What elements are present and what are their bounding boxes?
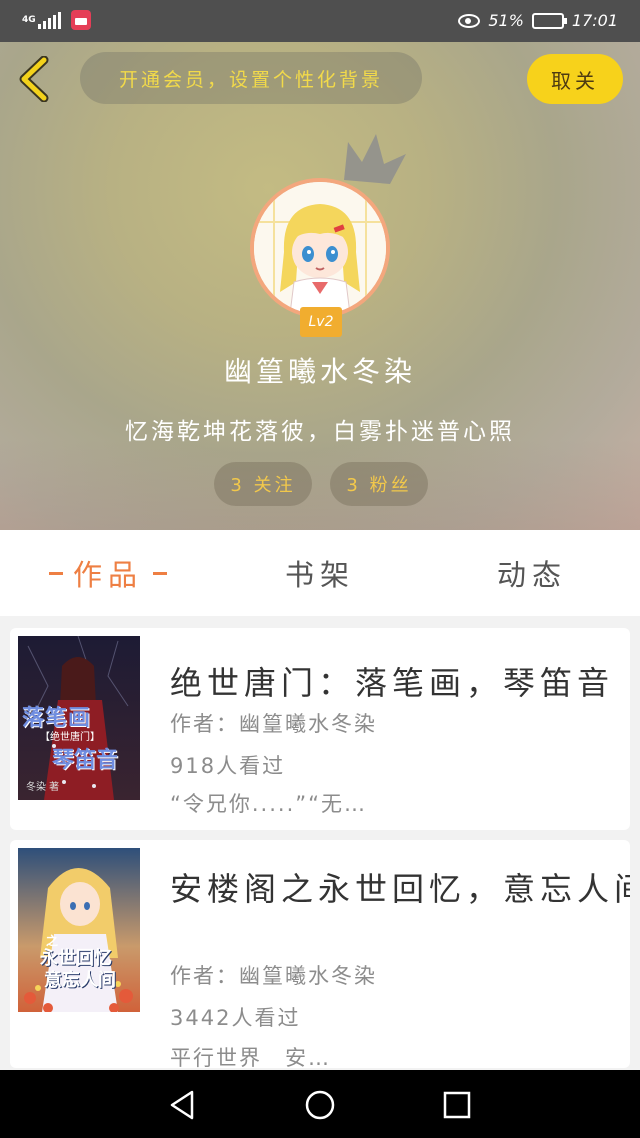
cover-title-2: 意忘人间: [44, 970, 116, 991]
unfollow-button[interactable]: 取关: [527, 54, 623, 104]
status-bar: 4G 51% 17:01: [0, 0, 640, 42]
battery-icon: [531, 12, 567, 29]
book-views: 3442人看过: [170, 1006, 301, 1030]
cover-tag: 【绝世唐门】: [40, 732, 100, 743]
book-excerpt: 平行世界 安…: [170, 1046, 331, 1068]
username: 幽篁曦水冬染: [223, 355, 416, 388]
app-notification-icon: [71, 10, 91, 30]
circle-home-icon: [305, 1090, 335, 1120]
user-signature: 忆海乾坤花落彼，白雾扑迷普心照: [125, 419, 515, 445]
avatar-image: [250, 178, 390, 318]
book-cover: 落笔画 【绝世唐门】 琴笛音 冬染 著: [18, 636, 140, 800]
square-recents-icon: [443, 1091, 471, 1119]
system-navigation-bar: [0, 1070, 640, 1138]
level-badge: Lv2: [300, 307, 342, 337]
anime-avatar-illustration: [254, 182, 386, 314]
nav-home-button[interactable]: [303, 1088, 337, 1122]
back-arrow-icon: [19, 55, 49, 103]
triangle-back-icon: [170, 1090, 194, 1120]
book-title: 安楼阁之永世回忆，意忘人间: [170, 870, 630, 908]
profile-tabs: 作品 书架 动态: [0, 530, 640, 616]
book-title: 绝世唐门：落笔画，琴笛音: [170, 664, 615, 702]
decorative-crown-icon: [344, 134, 406, 184]
status-left: 4G: [22, 10, 91, 30]
tab-activity[interactable]: 动态: [460, 530, 604, 616]
fans-count-button[interactable]: 3 粉丝: [330, 462, 428, 506]
book-cover: 之 永世回忆 意忘人间: [18, 848, 140, 1012]
tab-activity-label: 动态: [496, 558, 567, 592]
tab-bookshelf-label: 书架: [284, 558, 355, 592]
cover-title-2: 琴笛音: [52, 748, 119, 773]
book-author: 作者：幽篁曦水冬染: [170, 964, 377, 988]
book-author: 作者：幽篁曦水冬染: [170, 712, 377, 736]
following-count-button[interactable]: 3 关注: [214, 462, 312, 506]
clock: 17:01: [571, 11, 618, 30]
book-card[interactable]: 之 永世回忆 意忘人间 安楼阁之永世回忆，意忘人间 作者：幽篁曦水冬染 3442…: [10, 840, 630, 1068]
battery-percent: 51%: [488, 11, 524, 30]
cover-author: 冬染 著: [26, 782, 60, 793]
active-indicator-right: [153, 571, 167, 575]
signal-icon: [38, 11, 61, 29]
book-card[interactable]: 落笔画 【绝世唐门】 琴笛音 冬染 著 绝世唐门：落笔画，琴笛音 作者：幽篁曦水…: [10, 628, 630, 830]
profile-header: 开通会员，设置个性化背景 取关 Lv2 幽篁曦水冬染 忆海乾坤花落彼，白雾扑迷普…: [0, 42, 640, 530]
active-indicator-left: [48, 571, 63, 575]
avatar[interactable]: [250, 178, 390, 318]
back-button[interactable]: [14, 55, 54, 103]
book-views: 918人看过: [170, 754, 286, 778]
network-type: 4G: [22, 14, 36, 25]
eye-comfort-icon: [458, 13, 481, 28]
nav-back-button[interactable]: [166, 1088, 200, 1122]
vip-background-prompt[interactable]: 开通会员，设置个性化背景: [80, 52, 422, 104]
book-excerpt: “令兄你.....”“无…: [170, 792, 368, 816]
nav-recents-button[interactable]: [440, 1088, 474, 1122]
tab-bookshelf[interactable]: 书架: [250, 530, 390, 616]
status-right: 51% 17:01: [458, 11, 618, 30]
tab-works[interactable]: 作品: [36, 530, 180, 616]
tab-works-label: 作品: [72, 558, 143, 592]
